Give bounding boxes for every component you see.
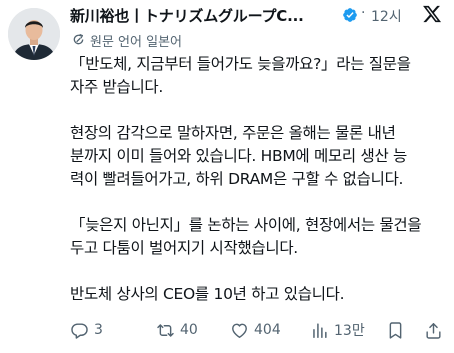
translate-icon bbox=[73, 33, 84, 45]
body-line: 반도체 상사의 CEO를 10년 하고 있습니다. bbox=[70, 285, 345, 303]
repost-button[interactable]: 40 bbox=[156, 318, 198, 342]
paragraph-1: 「반도체, 지금부터 들어가도 늦을까요?」라는 질문을 자주 받습니다. bbox=[70, 53, 454, 99]
translation-label: 원문 언어 일본어 bbox=[90, 35, 182, 50]
bookmark-icon bbox=[389, 321, 402, 339]
share-button[interactable] bbox=[424, 318, 443, 342]
avatar-image bbox=[8, 8, 60, 60]
body-line: 현장의 감각으로 말하자면, 주문은 올해는 물론 내년 bbox=[70, 124, 396, 142]
views-button[interactable]: 13만 bbox=[310, 318, 365, 342]
paragraph-4: 반도체 상사의 CEO를 10년 하고 있습니다. bbox=[70, 283, 454, 306]
body-line: 력이 빨려들어가고, 하위 DRAM은 구할 수 없습니다. bbox=[70, 170, 404, 188]
like-count: 404 bbox=[254, 322, 281, 338]
separator-dot: · bbox=[361, 5, 366, 21]
avatar[interactable] bbox=[8, 8, 60, 60]
heart-icon bbox=[232, 323, 247, 338]
repost-icon bbox=[157, 323, 174, 337]
body-line: 「늦은지 아닌지」를 논하는 사이에, 현장에서는 물건을 bbox=[70, 216, 422, 234]
post-header: 新川裕也丨トナリズムグループC... · 12시 bbox=[70, 4, 454, 26]
author-name[interactable]: 新川裕也丨トナリズムグループC... bbox=[70, 5, 304, 26]
views-icon bbox=[313, 322, 327, 338]
like-button[interactable]: 404 bbox=[230, 318, 281, 342]
post-time[interactable]: 12시 bbox=[371, 6, 402, 26]
action-bar: 3 40 404 13만 bbox=[70, 318, 454, 342]
reply-count: 3 bbox=[94, 322, 103, 338]
reply-icon bbox=[71, 322, 88, 339]
body-line: 「반도체, 지금부터 들어가도 늦을까요?」라는 질문을 bbox=[70, 55, 411, 73]
body-line: 자주 받습니다. bbox=[70, 78, 164, 96]
post-body: 「반도체, 지금부터 들어가도 늦을까요?」라는 질문을 자주 받습니다. 현장… bbox=[70, 53, 454, 306]
bookmark-button[interactable] bbox=[386, 318, 405, 342]
body-line: 분까지 이미 들어와 있습니다. HBM에 메모리 생산 능 bbox=[70, 147, 408, 165]
x-logo-icon[interactable] bbox=[422, 4, 442, 24]
share-icon bbox=[426, 322, 441, 339]
reply-button[interactable]: 3 bbox=[70, 318, 103, 342]
paragraph-3: 「늦은지 아닌지」를 논하는 사이에, 현장에서는 물건을 두고 다툼이 벌어지… bbox=[70, 214, 454, 260]
verified-badge-icon bbox=[343, 8, 357, 22]
views-count: 13만 bbox=[334, 323, 365, 339]
paragraph-2: 현장의 감각으로 말하자면, 주문은 올해는 물론 내년 분까지 이미 들어와 … bbox=[70, 122, 454, 191]
body-line: 두고 다툼이 벌어지기 시작했습니다. bbox=[70, 239, 298, 257]
repost-count: 40 bbox=[180, 322, 198, 338]
